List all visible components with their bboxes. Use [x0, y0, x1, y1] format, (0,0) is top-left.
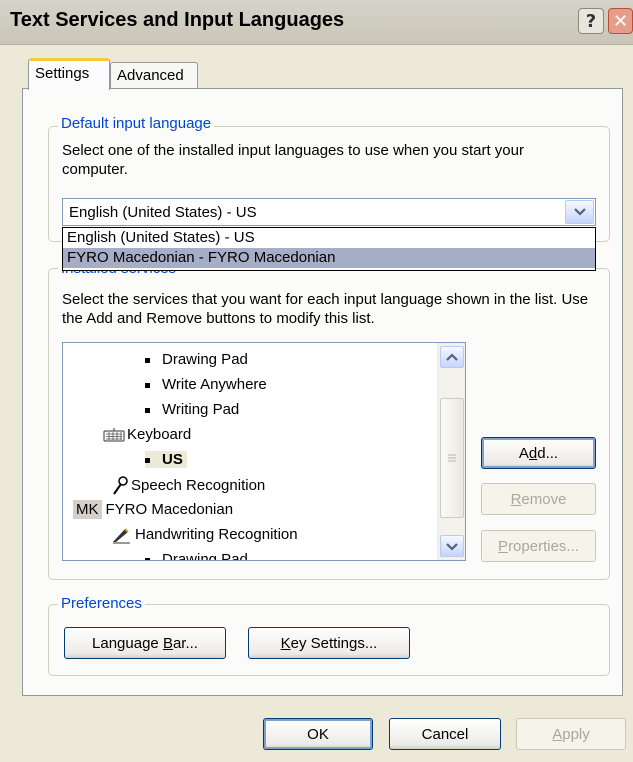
microphone-icon [113, 476, 128, 495]
bullet-icon [145, 407, 150, 413]
key-settings-button-label: Key Settings... [280, 634, 378, 652]
default-language-select[interactable]: English (United States) - US [62, 198, 596, 226]
default-input-description: Select one of the installed input langua… [62, 142, 524, 178]
list-item-us[interactable]: US [145, 451, 187, 468]
list-item-macedonian[interactable]: MK FYRO Macedonian [73, 500, 233, 519]
dropdown-button[interactable] [565, 200, 594, 224]
list-item[interactable]: Write Anywhere [145, 376, 267, 393]
bullet-icon [145, 357, 150, 363]
bullet-icon [145, 557, 150, 560]
help-button[interactable]: ? [578, 8, 604, 34]
properties-button-label: Properties... [498, 537, 579, 555]
chevron-down-icon [446, 542, 458, 551]
scroll-thumb[interactable] [440, 398, 464, 518]
cancel-button[interactable]: Cancel [389, 718, 501, 750]
list-item[interactable]: Drawing Pad [145, 351, 248, 368]
title-bar[interactable]: Text Services and Input Languages ? ✕ [0, 0, 633, 45]
chevron-down-icon [573, 207, 586, 216]
bullet-icon [145, 457, 150, 463]
tab-settings[interactable]: Settings [28, 58, 110, 90]
add-button-label: Add... [518, 444, 559, 462]
add-button[interactable]: Add... [481, 437, 596, 469]
services-tree-list[interactable]: Drawing Pad Write Anywhere Writing Pad K… [62, 342, 466, 561]
grip-icon [448, 454, 456, 462]
tab-advanced[interactable]: Advanced [110, 62, 198, 88]
keyboard-icon [103, 428, 125, 442]
language-dropdown-list[interactable]: English (United States) - US FYRO Macedo… [62, 227, 596, 271]
list-item-keyboard[interactable]: Keyboard [103, 426, 191, 443]
bullet-icon [145, 382, 150, 388]
default-language-value: English (United States) - US [69, 204, 257, 221]
remove-button-label: Remove [510, 490, 567, 508]
chevron-up-icon [446, 352, 458, 361]
dropdown-option-english[interactable]: English (United States) - US [63, 228, 595, 248]
scroll-down-button[interactable] [440, 535, 464, 557]
apply-button[interactable]: Apply [516, 718, 626, 750]
close-button[interactable]: ✕ [608, 8, 633, 34]
scroll-up-button[interactable] [440, 346, 464, 368]
properties-button[interactable]: Properties... [481, 530, 596, 562]
language-bar-button-label: Language Bar... [92, 634, 198, 652]
language-badge: MK [73, 500, 102, 519]
default-input-language-legend: Default input language [58, 115, 215, 132]
installed-services-description: Select the services that you want for ea… [62, 291, 589, 327]
window-title: Text Services and Input Languages [10, 9, 345, 31]
apply-button-label: Apply [552, 725, 590, 743]
key-settings-button[interactable]: Key Settings... [248, 627, 410, 659]
preferences-legend: Preferences [58, 595, 145, 612]
remove-button[interactable]: Remove [481, 483, 596, 515]
help-icon: ? [585, 10, 597, 32]
ok-button[interactable]: OK [263, 718, 373, 750]
services-scrollbar[interactable] [437, 343, 465, 560]
list-item-speech[interactable]: Speech Recognition [111, 476, 265, 496]
list-item[interactable]: Drawing Pad [145, 551, 248, 560]
close-icon: ✕ [612, 10, 629, 32]
dropdown-option-macedonian[interactable]: FYRO Macedonian - FYRO Macedonian [63, 248, 595, 268]
list-item-handwriting[interactable]: Handwriting Recognition [111, 526, 298, 544]
pen-icon [113, 528, 130, 544]
list-item[interactable]: Writing Pad [145, 401, 239, 418]
language-bar-button[interactable]: Language Bar... [64, 627, 226, 659]
